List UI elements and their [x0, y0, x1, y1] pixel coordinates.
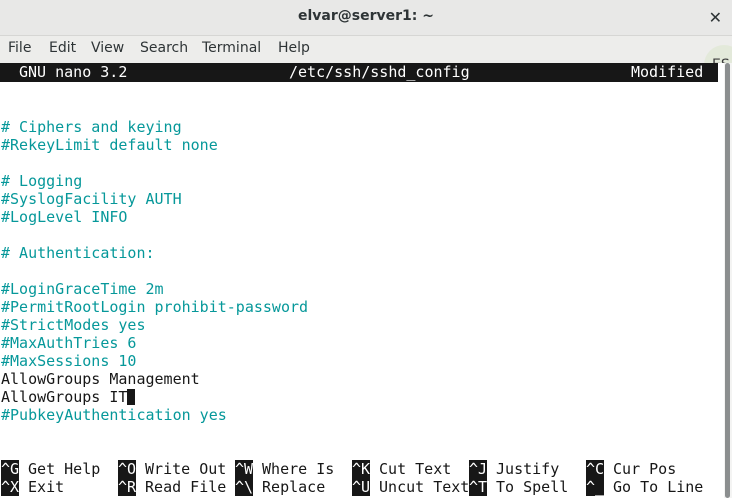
editor-line: #LoginGraceTime 2m [1, 280, 164, 298]
editor-line: #PermitRootLogin prohibit-password [1, 298, 308, 316]
shortcut-label: Read File [136, 478, 227, 496]
editor-line: #PubkeyAuthentication yes [1, 406, 227, 424]
window-title: elvar@server1: ~ [298, 8, 434, 24]
scrollbar[interactable] [724, 63, 732, 498]
shortcut-label: Cur Pos [604, 460, 677, 478]
shortcut-item[interactable]: ^G Get Help [1, 460, 100, 478]
shortcut-label: Uncut Text [370, 478, 470, 496]
menu-edit[interactable]: Edit [49, 40, 76, 56]
shortcut-item[interactable]: ^U Uncut Text [352, 478, 469, 496]
shortcut-key: ^X [1, 478, 20, 496]
shortcut-label: Exit [19, 478, 65, 496]
shortcut-item[interactable]: ^T To Spell [469, 478, 568, 496]
editor-line-text: AllowGroups Management [1, 370, 200, 388]
shortcut-item[interactable]: ^_ Go To Line [586, 478, 703, 496]
nano-modified-state: Modified [631, 63, 704, 81]
menu-file[interactable]: File [8, 40, 31, 56]
editor-line-text: # Logging [1, 172, 83, 190]
shortcut-label: Replace [253, 478, 326, 496]
shortcut-label: Where Is [253, 460, 335, 478]
shortcut-item[interactable]: ^X Exit [1, 478, 64, 496]
editor-line: #SyslogFacility AUTH [1, 190, 182, 208]
editor-line-text: #RekeyLimit default none [1, 136, 218, 154]
editor-line: # Ciphers and keying [1, 118, 182, 136]
text-cursor [127, 389, 136, 405]
shortcut-label: Cut Text [370, 460, 452, 478]
shortcut-item[interactable]: ^C Cur Pos [586, 460, 676, 478]
editor-line-text: # Authentication: [1, 244, 155, 262]
editor-line: #MaxSessions 10 [1, 352, 136, 370]
shortcut-key: ^_ [586, 478, 605, 496]
close-icon[interactable]: ✕ [709, 8, 722, 27]
editor-line-text: #PermitRootLogin prohibit-password [1, 298, 309, 316]
editor-line: AllowGroups Management [1, 370, 200, 388]
shortcut-key: ^U [352, 478, 371, 496]
editor-line-text: #MaxAuthTries 6 [1, 334, 137, 352]
shortcut-label: Write Out [136, 460, 227, 478]
nano-status-bar: GNU nano 3.2 /etc/ssh/sshd_config Modifi… [0, 63, 718, 82]
shortcut-item[interactable]: ^O Write Out [118, 460, 226, 478]
editor-line-text: #LogLevel INFO [1, 208, 128, 226]
shortcut-label: To Spell [487, 478, 569, 496]
scrollbar-thumb[interactable] [725, 63, 730, 498]
shortcut-label: Get Help [19, 460, 101, 478]
shortcut-item[interactable]: ^J Justify [469, 460, 559, 478]
editor-line: AllowGroups IT [1, 388, 136, 406]
editor-line-text: #LoginGraceTime 2m [1, 280, 164, 298]
editor-line-text: #SyslogFacility AUTH [1, 190, 182, 208]
menu-view[interactable]: View [91, 40, 124, 56]
nano-version: GNU nano 3.2 [19, 63, 128, 81]
shortcut-label: Go To Line [604, 478, 704, 496]
shortcut-item[interactable]: ^W Where Is [235, 460, 334, 478]
shortcut-item[interactable]: ^\ Replace [235, 478, 325, 496]
nano-filename: /etc/ssh/sshd_config [289, 63, 470, 81]
shortcut-label: Justify [487, 460, 560, 478]
editor-line-text: #PubkeyAuthentication yes [1, 406, 227, 424]
shortcut-key: ^O [118, 460, 137, 478]
editor-line: #RekeyLimit default none [1, 136, 218, 154]
shortcut-item[interactable]: ^K Cut Text [352, 460, 451, 478]
shortcut-key: ^T [469, 478, 488, 496]
menubar: File Edit View Search Terminal Help [0, 36, 732, 63]
editor-line: #MaxAuthTries 6 [1, 334, 136, 352]
shortcut-key: ^G [1, 460, 20, 478]
terminal-area[interactable]: # Ciphers and keying #RekeyLimit default … [0, 63, 724, 498]
editor-line-text: AllowGroups IT [1, 388, 128, 406]
window-titlebar: elvar@server1: ~ ✕ [0, 0, 732, 36]
menu-help[interactable]: Help [278, 40, 310, 56]
editor-line-text: #MaxSessions 10 [1, 352, 137, 370]
editor-line: # Logging [1, 172, 82, 190]
editor-line-text: # Ciphers and keying [1, 118, 182, 136]
shortcut-key: ^J [469, 460, 488, 478]
shortcut-key: ^W [235, 460, 254, 478]
shortcut-key: ^C [586, 460, 605, 478]
shortcut-key: ^K [352, 460, 371, 478]
editor-line: #LogLevel INFO [1, 208, 127, 226]
shortcut-item[interactable]: ^R Read File [118, 478, 226, 496]
menu-search[interactable]: Search [140, 40, 188, 56]
shortcut-key: ^\ [235, 478, 254, 496]
editor-line: # Authentication: [1, 244, 155, 262]
menu-terminal[interactable]: Terminal [202, 40, 261, 56]
shortcut-key: ^R [118, 478, 137, 496]
editor-line: #StrictModes yes [1, 316, 146, 334]
editor-line-text: #StrictModes yes [1, 316, 146, 334]
